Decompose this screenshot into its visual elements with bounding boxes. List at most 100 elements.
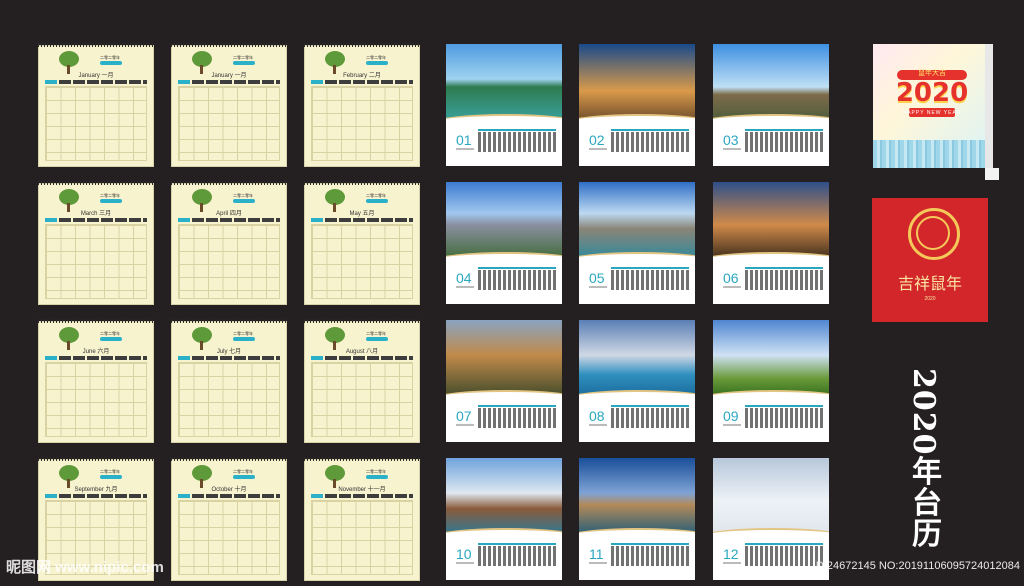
- month-sub-label: [723, 148, 741, 150]
- calendar-page: 二零二零年 January 一月: [38, 43, 154, 167]
- watermark-right: ID:24672145 NO:20191106095724012084: [812, 560, 1020, 572]
- cover-year-small: 2020: [924, 296, 936, 302]
- binding-rings: [38, 319, 154, 323]
- calendar-page: 二零二零年 May 五月: [304, 181, 420, 305]
- month-cn: 七月: [229, 349, 242, 355]
- month-cn: 二月: [368, 73, 381, 79]
- day-grid: [45, 86, 147, 161]
- mini-weekday-bar: [478, 405, 556, 407]
- month-number: 04: [456, 270, 472, 286]
- mini-day-grid: [478, 546, 556, 566]
- mini-day-grid: [611, 546, 689, 566]
- month-cn: 八月: [366, 349, 379, 355]
- binding-rings: [38, 457, 154, 461]
- day-grid: [178, 362, 280, 437]
- month-en: September: [74, 487, 104, 493]
- month-cn: 一月: [234, 73, 247, 79]
- calendar-page: 二零二零年 July 七月: [171, 319, 287, 443]
- photo-calendar-page: 11: [579, 458, 695, 580]
- month-en: March: [80, 211, 98, 217]
- day-grid: [178, 500, 280, 575]
- month-cn: 十一月: [367, 487, 386, 493]
- accent-pill: [366, 337, 388, 341]
- accent-pill: [100, 475, 122, 479]
- accent-pill: [100, 61, 122, 65]
- month-label: July 七月: [171, 346, 287, 355]
- weekday-bar: [311, 80, 413, 84]
- month-sub-label: [456, 286, 474, 288]
- month-en: January: [78, 73, 100, 79]
- photo-calendar-page: 05: [579, 182, 695, 304]
- lucky-rat-cover: 吉祥鼠年 2020: [872, 198, 988, 322]
- month-sub-label: [456, 424, 474, 426]
- weekday-bar: [311, 494, 413, 498]
- month-number: 06: [723, 270, 739, 286]
- weekday-bar: [178, 218, 280, 222]
- weekday-bar: [178, 494, 280, 498]
- month-cn: 一月: [101, 73, 114, 79]
- month-cn: 六月: [97, 349, 110, 355]
- page-swoosh: [446, 528, 562, 544]
- month-number: 09: [723, 408, 739, 424]
- mini-weekday-bar: [745, 405, 823, 407]
- month-label: August 八月: [304, 346, 420, 355]
- month-label: November 十一月: [304, 484, 420, 493]
- photo-calendar-page: 06: [713, 182, 829, 304]
- mini-day-grid: [745, 408, 823, 428]
- month-number: 07: [456, 408, 472, 424]
- new-year-cover-2020: 鼠年大吉 2020 HAPPY NEW YEAR: [873, 44, 991, 168]
- month-number: 12: [723, 546, 739, 562]
- calendar-page: 二零二零年 June 六月: [38, 319, 154, 443]
- mini-weekday-bar: [745, 267, 823, 269]
- month-sub-label: [723, 424, 741, 426]
- page-swoosh: [579, 390, 695, 406]
- watermark-left: 昵图网 www.nipic.com: [6, 559, 164, 576]
- weekday-bar: [311, 356, 413, 360]
- month-number: 08: [589, 408, 605, 424]
- month-en: February: [343, 73, 368, 79]
- old-town-dusk-photo: [713, 182, 829, 260]
- accent-pill: [366, 475, 388, 479]
- page-swoosh: [713, 114, 829, 130]
- tropical-lagoon-photo: [446, 44, 562, 122]
- cover-skyline: [873, 140, 991, 168]
- accent-pill: [366, 199, 388, 203]
- mini-weekday-bar: [611, 405, 689, 407]
- month-sub-label: [723, 562, 741, 564]
- mini-weekday-bar: [611, 267, 689, 269]
- mini-day-grid: [478, 408, 556, 428]
- month-en: November: [338, 487, 366, 493]
- day-grid: [45, 224, 147, 299]
- month-number: 10: [456, 546, 472, 562]
- month-label: September 九月: [38, 484, 154, 493]
- cover-stand-base: [985, 168, 999, 180]
- month-label: October 十月: [171, 484, 287, 493]
- mini-day-grid: [611, 270, 689, 290]
- day-grid: [311, 86, 413, 161]
- month-label: January 一月: [171, 70, 287, 79]
- month-label: June 六月: [38, 346, 154, 355]
- mini-day-grid: [611, 408, 689, 428]
- mini-weekday-bar: [478, 129, 556, 131]
- mini-weekday-bar: [478, 267, 556, 269]
- cover-banner-text: 鼠年大吉: [918, 70, 946, 77]
- month-number: 11: [589, 546, 604, 562]
- river-town-photo: [446, 458, 562, 536]
- binding-rings: [304, 181, 420, 185]
- accent-pill: [233, 475, 255, 479]
- day-grid: [311, 224, 413, 299]
- calendar-page: 二零二零年 November 十一月: [304, 457, 420, 581]
- photo-calendar-page: 01: [446, 44, 562, 166]
- page-swoosh: [579, 114, 695, 130]
- binding-rings: [171, 43, 287, 47]
- photo-calendar-page: 04: [446, 182, 562, 304]
- calendar-page: 二零二零年 August 八月: [304, 319, 420, 443]
- accent-pill: [233, 61, 255, 65]
- month-cn: 十月: [234, 487, 247, 493]
- mini-day-grid: [478, 132, 556, 152]
- binding-rings: [304, 43, 420, 47]
- photo-calendar-page: 09: [713, 320, 829, 442]
- winter-church-photo: [713, 458, 829, 536]
- mini-weekday-bar: [745, 543, 823, 545]
- day-grid: [178, 86, 280, 161]
